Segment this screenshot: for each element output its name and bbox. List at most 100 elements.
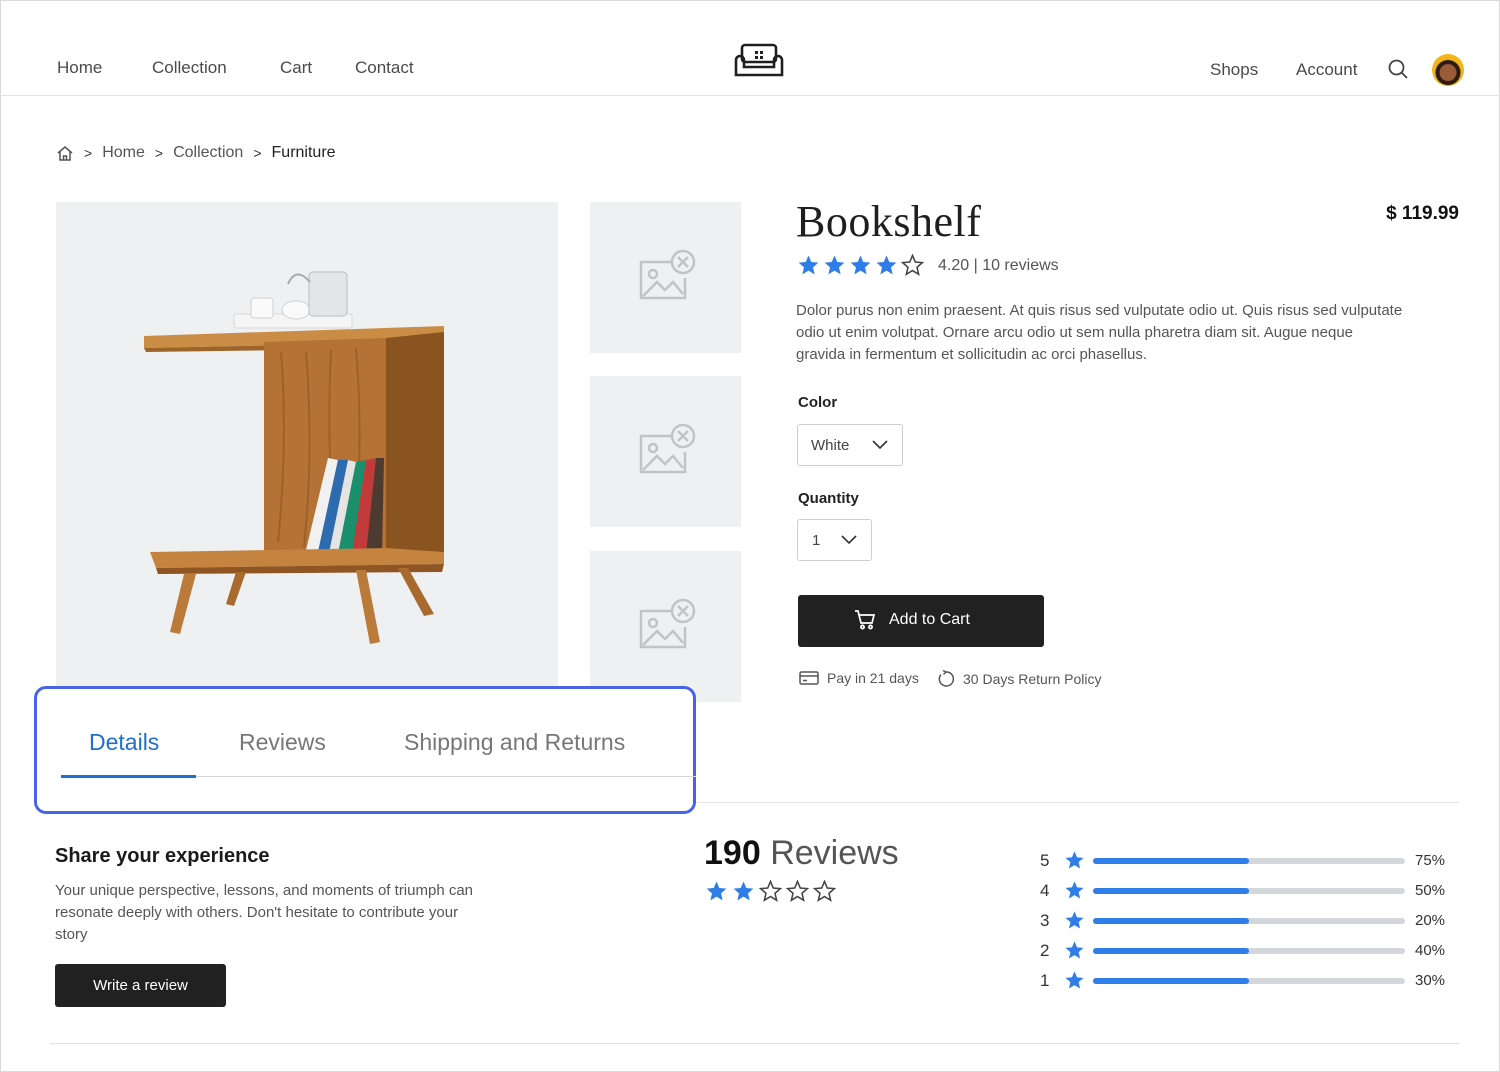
bookshelf-illustration [144, 271, 444, 644]
active-tab-indicator [61, 775, 196, 778]
add-to-cart-label: Add to Cart [889, 611, 970, 628]
user-avatar[interactable] [1432, 54, 1464, 86]
chevron-down-icon [841, 535, 857, 545]
chevron-right-icon: > [253, 145, 262, 161]
star-filled-icon [1065, 911, 1084, 929]
rating-row-percent: 30% [1415, 972, 1446, 989]
rating-row-star-count: 2 [1040, 941, 1050, 960]
star-filled-icon [850, 255, 871, 275]
rating-row-percent: 20% [1415, 912, 1446, 929]
rating-bar-fill [1093, 978, 1249, 984]
cart-icon [855, 610, 876, 630]
tab-bar: Details Reviews Shipping and Returns [34, 686, 696, 814]
tab-reviews[interactable]: Reviews [239, 729, 326, 756]
rating-distribution: 5 75% 4 50% 3 20% 2 40% 1 30% [1040, 848, 1460, 998]
thumbnail-3[interactable] [590, 551, 741, 702]
rating-row-star-count: 3 [1040, 911, 1050, 930]
rating-row-star-count: 5 [1040, 851, 1050, 870]
rating-row-star-count: 4 [1040, 881, 1050, 900]
star-filled-icon [706, 881, 727, 901]
nav-account[interactable]: Account [1296, 60, 1357, 80]
bottom-divider [50, 1043, 1459, 1044]
breadcrumb-home[interactable]: Home [102, 144, 145, 162]
rating-bar-track [1093, 888, 1405, 894]
rating-row-5: 5 75% [1040, 848, 1460, 878]
share-heading: Share your experience [55, 845, 270, 867]
rating-bar-track [1093, 978, 1405, 984]
review-count: 190 Reviews [704, 834, 899, 873]
color-value: White [811, 437, 850, 454]
nav-collection[interactable]: Collection [152, 58, 227, 78]
broken-image-icon [639, 423, 696, 474]
product-rating: 4.20 | 10 reviews [797, 254, 1059, 277]
review-count-label: Reviews [770, 834, 899, 872]
nav-cart[interactable]: Cart [280, 58, 312, 78]
review-count-number: 190 [704, 834, 761, 872]
rating-bar-fill [1093, 918, 1249, 924]
rating-row-3: 3 20% [1040, 908, 1460, 938]
star-filled-icon [798, 255, 819, 275]
rating-bar-track [1093, 948, 1405, 954]
rating-bar-track [1093, 918, 1405, 924]
product-price: $ 119.99 [1386, 203, 1459, 224]
nav-contact[interactable]: Contact [355, 58, 414, 78]
rating-row-2: 2 40% [1040, 938, 1460, 968]
rating-bar-fill [1093, 948, 1249, 954]
nav-home[interactable]: Home [57, 58, 102, 78]
broken-image-icon [639, 249, 696, 300]
color-select[interactable]: White [797, 424, 903, 466]
star-filled-icon [733, 881, 754, 901]
star-filled-icon [1065, 971, 1084, 989]
write-review-button[interactable]: Write a review [55, 964, 226, 1007]
refresh-icon [938, 670, 955, 687]
breadcrumb-collection[interactable]: Collection [173, 144, 243, 162]
product-description: Dolor purus non enim praesent. At quis r… [796, 302, 1403, 363]
quantity-select[interactable]: 1 [797, 519, 872, 561]
search-icon[interactable] [1387, 58, 1409, 80]
chevron-right-icon: > [84, 145, 93, 161]
star-filled-icon [1065, 851, 1084, 869]
thumbnail-1[interactable] [590, 202, 741, 353]
star-filled-icon [1065, 881, 1084, 899]
rating-row-4: 4 50% [1040, 878, 1460, 908]
star-empty-icon [901, 254, 924, 276]
return-policy-perk: 30 Days Return Policy [937, 670, 1102, 688]
thumbnail-2[interactable] [590, 376, 741, 527]
broken-image-icon [639, 598, 696, 649]
credit-card-icon [799, 671, 819, 685]
sofa-logo-icon[interactable] [733, 42, 785, 80]
star-filled-icon [1065, 941, 1084, 959]
main-product-image[interactable] [56, 202, 558, 702]
pay-later-text: Pay in 21 days [827, 670, 919, 686]
star-empty-icon [813, 880, 836, 902]
rating-row-percent: 75% [1415, 852, 1446, 869]
chevron-down-icon [872, 440, 888, 450]
chevron-right-icon: > [154, 145, 164, 161]
home-icon[interactable] [56, 145, 74, 161]
add-to-cart-button[interactable]: Add to Cart [798, 595, 1044, 647]
product-title: Bookshelf [796, 197, 982, 246]
tab-details[interactable]: Details [89, 729, 159, 756]
star-empty-icon [786, 880, 809, 902]
return-policy-text: 30 Days Return Policy [963, 671, 1102, 687]
star-empty-icon [759, 880, 782, 902]
nav-shops[interactable]: Shops [1210, 60, 1258, 80]
rating-bar-track [1093, 858, 1405, 864]
star-filled-icon [876, 255, 897, 275]
rating-row-1: 1 30% [1040, 968, 1460, 998]
quantity-value: 1 [812, 532, 821, 549]
breadcrumb-current: Furniture [271, 144, 336, 161]
rating-stars [797, 254, 924, 277]
pay-later-perk: Pay in 21 days [799, 670, 919, 686]
tab-shipping-returns[interactable]: Shipping and Returns [404, 729, 625, 756]
rating-row-percent: 50% [1415, 882, 1446, 899]
rating-row-percent: 40% [1415, 942, 1446, 959]
rating-bar-fill [1093, 888, 1249, 894]
rating-text[interactable]: 4.20 | 10 reviews [938, 257, 1059, 275]
star-filled-icon [824, 255, 845, 275]
top-navigation: Home Collection Cart Contact Shops Accou… [0, 0, 1500, 96]
rating-bar-fill [1093, 858, 1249, 864]
color-label: Color [798, 394, 838, 411]
section-divider [696, 802, 1459, 803]
share-text: Your unique perspective, lessons, and mo… [55, 882, 474, 943]
